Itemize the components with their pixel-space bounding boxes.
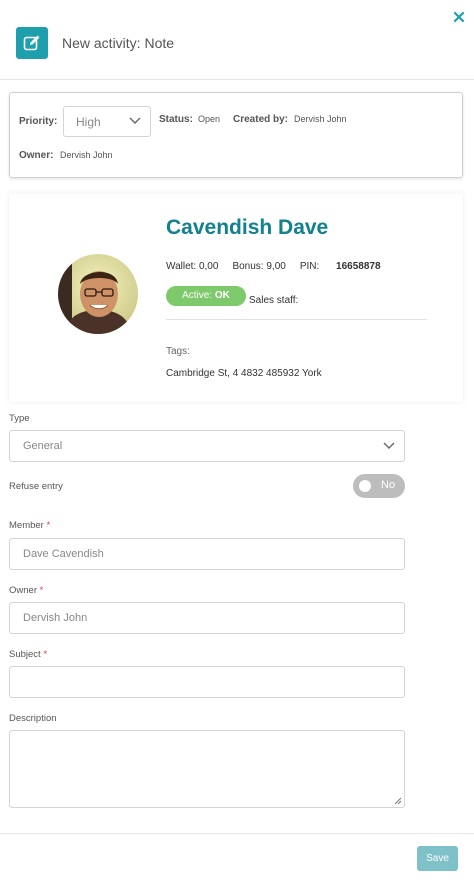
- owner-field-label: Owner *: [9, 585, 44, 596]
- dialog-title: New activity: Note: [62, 35, 175, 51]
- dialog-header: New activity: Note: [0, 0, 474, 80]
- toggle-text: No: [381, 479, 396, 491]
- subject-input[interactable]: [9, 666, 405, 698]
- edit-note-icon: [16, 27, 48, 59]
- owner-input[interactable]: Dervish John: [9, 602, 405, 634]
- created-by-label: Created by:: [233, 114, 289, 125]
- required-mark: *: [39, 585, 44, 596]
- activity-meta-panel: Priority: High Status: Open Created by: …: [9, 92, 463, 178]
- description-label: Description: [9, 713, 57, 724]
- owner-label: Owner:: [19, 150, 54, 161]
- toggle-knob: [359, 480, 371, 492]
- wallet-value: Wallet: 0,00: [166, 261, 219, 272]
- priority-label: Priority:: [19, 116, 58, 127]
- subject-label: Subject *: [9, 649, 48, 660]
- member-label: Member *: [9, 520, 51, 531]
- save-button[interactable]: Save: [417, 846, 458, 871]
- pin-label: PIN:: [299, 261, 320, 272]
- status-badge-prefix: Active:: [182, 290, 213, 301]
- description-textarea[interactable]: [9, 730, 405, 808]
- created-by-value: Dervish John: [294, 114, 347, 124]
- owner-input-value: Dervish John: [23, 612, 88, 624]
- refuse-entry-toggle[interactable]: No: [353, 474, 405, 498]
- type-label: Type: [9, 413, 30, 424]
- member-input-value: Dave Cavendish: [23, 548, 104, 560]
- refuse-entry-label: Refuse entry: [9, 481, 63, 492]
- bonus-value: Bonus: 9,00: [232, 261, 286, 272]
- status-label: Status:: [159, 114, 193, 125]
- sales-staff-label: Sales staff:: [249, 295, 299, 306]
- required-mark: *: [43, 649, 48, 660]
- member-input[interactable]: Dave Cavendish: [9, 538, 405, 570]
- member-card: Cavendish Dave Wallet: 0,00 Bonus: 9,00 PI…: [9, 194, 463, 402]
- required-mark: *: [46, 520, 51, 531]
- owner-value: Dervish John: [60, 150, 113, 160]
- pin-value: 16658878: [336, 261, 381, 272]
- type-select[interactable]: General: [9, 430, 405, 462]
- type-value: General: [23, 440, 63, 452]
- resize-grip-icon[interactable]: [394, 797, 402, 805]
- priority-value: High: [76, 115, 101, 129]
- status-badge: Active: OK: [166, 286, 246, 306]
- member-address: Cambridge St, 4 4832 485932 York: [166, 368, 322, 379]
- status-value: Open: [198, 114, 221, 124]
- card-divider: [166, 319, 427, 320]
- chevron-down-icon: [383, 442, 395, 449]
- tags-label: Tags:: [166, 346, 190, 357]
- status-badge-value: OK: [214, 290, 230, 301]
- member-balances: Wallet: 0,00 Bonus: 9,00 PIN: 16658878: [166, 261, 381, 272]
- priority-select[interactable]: High: [63, 106, 151, 137]
- chevron-down-icon: [129, 117, 141, 124]
- footer-divider: [0, 833, 474, 834]
- member-name: Cavendish Dave: [166, 216, 329, 239]
- avatar: [58, 254, 138, 334]
